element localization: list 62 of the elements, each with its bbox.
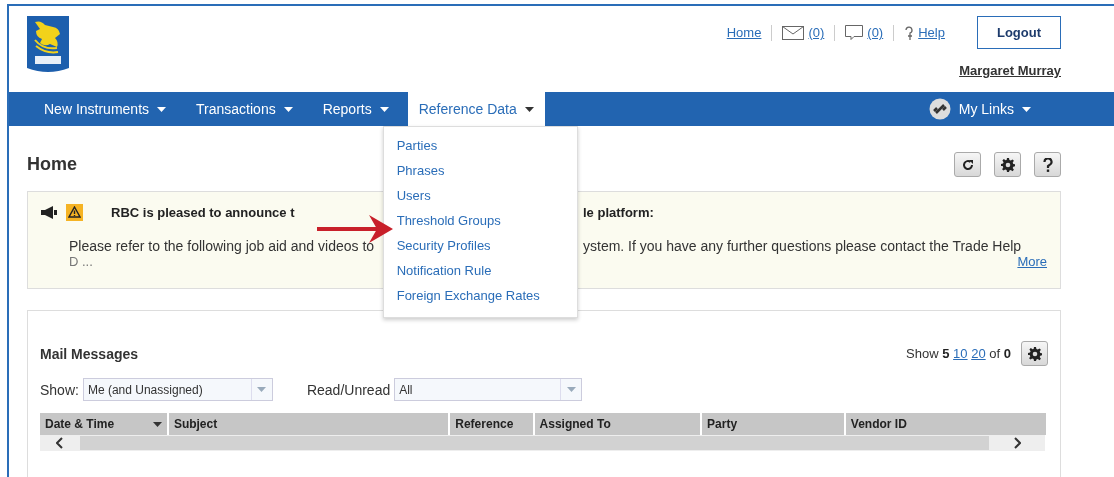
link-icon bbox=[928, 98, 951, 120]
caret-icon bbox=[152, 421, 162, 427]
mail-icon bbox=[782, 25, 805, 40]
menu-item[interactable]: Foreign Exchange Rates bbox=[396, 287, 540, 305]
caret-icon bbox=[1022, 106, 1031, 112]
bank-logo[interactable] bbox=[27, 16, 69, 74]
caret-icon bbox=[379, 106, 389, 112]
logout-button[interactable]: Logout bbox=[976, 16, 1061, 49]
scroll-right-icon[interactable] bbox=[1013, 437, 1021, 449]
announcement-text: D ... bbox=[68, 254, 94, 271]
menu-item[interactable]: Phrases bbox=[396, 162, 445, 180]
column-header[interactable]: Date & Time bbox=[40, 413, 167, 435]
caret-icon bbox=[524, 106, 534, 112]
menu-item[interactable]: Threshold Groups bbox=[396, 212, 501, 230]
nav-menu-item[interactable]: Reports bbox=[307, 92, 404, 126]
column-header[interactable]: Vendor ID bbox=[845, 413, 1046, 435]
filter-dropdown[interactable]: All bbox=[394, 378, 583, 401]
page-size-text: Show 5 10 20 of 0 bbox=[906, 346, 1011, 361]
help-link[interactable]: Help bbox=[894, 24, 955, 41]
announcement-text: ystem. If you have any further questions please contact the Trade Help bbox=[583, 238, 1023, 254]
announcement-text: Please refer to the following job aid and videos to bbox=[68, 238, 376, 254]
column-header[interactable]: Assigned To bbox=[534, 413, 701, 435]
chat-link[interactable]: (0) bbox=[835, 24, 894, 41]
column-header[interactable]: Party bbox=[702, 413, 844, 435]
column-header[interactable]: Reference bbox=[450, 413, 533, 435]
filter-dropdown[interactable]: Me (and Unassigned) bbox=[82, 378, 273, 401]
caret-icon bbox=[157, 106, 167, 112]
home-link[interactable]: Home bbox=[716, 25, 772, 40]
caret-icon bbox=[566, 387, 576, 392]
more-link[interactable]: More bbox=[1017, 254, 1047, 274]
help-icon bbox=[904, 24, 915, 41]
question-icon bbox=[1042, 157, 1053, 172]
user-name-link[interactable]: Margaret Murray bbox=[959, 63, 1061, 78]
page-title: Home bbox=[27, 154, 77, 175]
warning-icon bbox=[66, 203, 83, 221]
gear-icon bbox=[1027, 346, 1042, 361]
my-links-menu[interactable]: My Links bbox=[913, 92, 1046, 126]
settings-button[interactable] bbox=[994, 152, 1021, 177]
megaphone-icon bbox=[41, 205, 57, 219]
announcement-headline: RBC is pleased to announce t bbox=[111, 204, 295, 220]
nav-menu-item[interactable]: Transactions bbox=[181, 92, 308, 126]
refresh-icon bbox=[961, 158, 974, 171]
help-button[interactable] bbox=[1034, 152, 1061, 177]
refresh-button[interactable] bbox=[954, 152, 981, 177]
announcement-headline: le platform: bbox=[583, 203, 655, 222]
menu-item[interactable]: Security Profiles bbox=[396, 237, 491, 255]
scroll-left-icon[interactable] bbox=[56, 437, 64, 449]
horizontal-scrollbar[interactable] bbox=[40, 435, 1045, 451]
caret-icon bbox=[283, 106, 293, 112]
gear-icon bbox=[1000, 157, 1015, 172]
menu-item[interactable]: Notification Rule bbox=[396, 262, 492, 280]
filter-label: Show: bbox=[40, 381, 79, 398]
chat-icon bbox=[845, 24, 864, 41]
nav-menu-item[interactable]: New Instruments bbox=[29, 92, 182, 126]
caret-icon bbox=[257, 387, 267, 392]
filter-label: Read/Unread bbox=[306, 381, 391, 398]
settings-button[interactable] bbox=[1021, 341, 1048, 366]
panel-title: Mail Messages bbox=[40, 345, 139, 362]
menu-item[interactable]: Users bbox=[396, 187, 431, 205]
mail-link[interactable]: (0) bbox=[772, 25, 835, 40]
menu-item[interactable]: Parties bbox=[396, 137, 438, 155]
column-header[interactable]: Subject bbox=[168, 413, 449, 435]
